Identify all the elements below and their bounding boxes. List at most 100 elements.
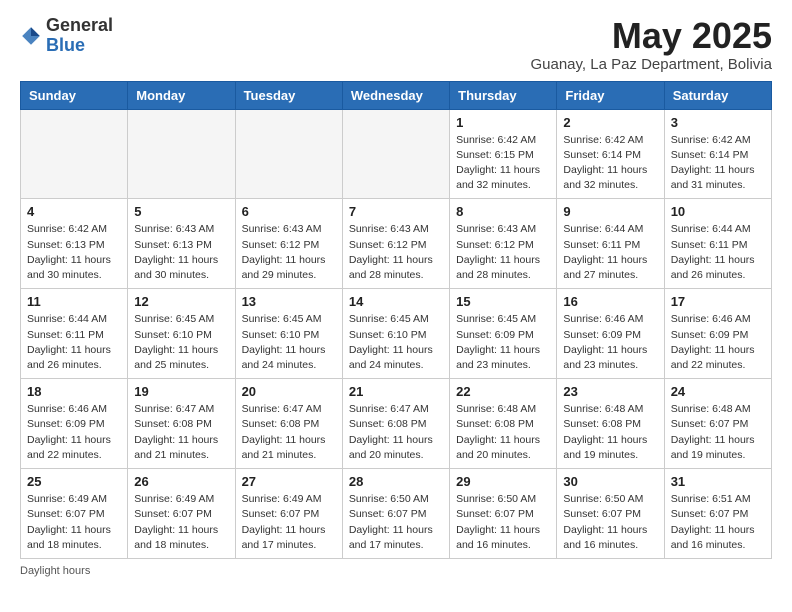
- day-info: Sunrise: 6:42 AM Sunset: 6:14 PM Dayligh…: [671, 133, 765, 194]
- calendar-cell: 25 Sunrise: 6:49 AM Sunset: 6:07 PM Dayli…: [21, 469, 128, 559]
- logo-blue: Blue: [46, 35, 85, 55]
- col-tuesday: Tuesday: [235, 81, 342, 109]
- day-number: 26: [134, 474, 228, 489]
- calendar-cell: 8 Sunrise: 6:43 AM Sunset: 6:12 PM Daylig…: [450, 199, 557, 289]
- location-subtitle: Guanay, La Paz Department, Bolivia: [530, 56, 772, 73]
- calendar-cell: [128, 109, 235, 199]
- day-number: 27: [242, 474, 336, 489]
- calendar-cell: 6 Sunrise: 6:43 AM Sunset: 6:12 PM Daylig…: [235, 199, 342, 289]
- day-info: Sunrise: 6:50 AM Sunset: 6:07 PM Dayligh…: [563, 492, 657, 553]
- calendar-cell: 31Sunrise: 6:51 AM Sunset: 6:07 PM Dayli…: [664, 469, 771, 559]
- day-info: Sunrise: 6:47 AM Sunset: 6:08 PM Dayligh…: [242, 402, 336, 463]
- day-number: 11: [27, 294, 121, 309]
- day-info: Sunrise: 6:49 AM Sunset: 6:07 PM Dayligh…: [242, 492, 336, 553]
- header-row-days: Sunday Monday Tuesday Wednesday Thursday…: [21, 81, 772, 109]
- calendar-table: Sunday Monday Tuesday Wednesday Thursday…: [20, 81, 772, 559]
- day-number: 15: [456, 294, 550, 309]
- day-info: Sunrise: 6:49 AM Sunset: 6:07 PM Dayligh…: [134, 492, 228, 553]
- calendar-cell: 29Sunrise: 6:50 AM Sunset: 6:07 PM Dayli…: [450, 469, 557, 559]
- day-number: 5: [134, 204, 228, 219]
- day-number: 23: [563, 384, 657, 399]
- day-info: Sunrise: 6:45 AM Sunset: 6:10 PM Dayligh…: [242, 312, 336, 373]
- calendar-cell: 13Sunrise: 6:45 AM Sunset: 6:10 PM Dayli…: [235, 289, 342, 379]
- calendar-cell: 18 Sunrise: 6:46 AM Sunset: 6:09 PM Dayli…: [21, 379, 128, 469]
- calendar-cell: 22Sunrise: 6:48 AM Sunset: 6:08 PM Dayli…: [450, 379, 557, 469]
- calendar-week-4: 18 Sunrise: 6:46 AM Sunset: 6:09 PM Dayli…: [21, 379, 772, 469]
- day-number: 21: [349, 384, 443, 399]
- day-info: Sunrise: 6:47 AM Sunset: 6:08 PM Dayligh…: [349, 402, 443, 463]
- calendar-cell: 1Sunrise: 6:42 AM Sunset: 6:15 PM Daylig…: [450, 109, 557, 199]
- day-info: Sunrise: 6:51 AM Sunset: 6:07 PM Dayligh…: [671, 492, 765, 553]
- calendar-cell: 3 Sunrise: 6:42 AM Sunset: 6:14 PM Daylig…: [664, 109, 771, 199]
- calendar-week-3: 11 Sunrise: 6:44 AM Sunset: 6:11 PM Dayli…: [21, 289, 772, 379]
- calendar-cell: [21, 109, 128, 199]
- logo-general: General: [46, 15, 113, 35]
- col-wednesday: Wednesday: [342, 81, 449, 109]
- day-info: Sunrise: 6:50 AM Sunset: 6:07 PM Dayligh…: [349, 492, 443, 553]
- day-info: Sunrise: 6:46 AM Sunset: 6:09 PM Dayligh…: [671, 312, 765, 373]
- day-number: 12: [134, 294, 228, 309]
- calendar-cell: 14 Sunrise: 6:45 AM Sunset: 6:10 PM Dayli…: [342, 289, 449, 379]
- calendar-cell: [235, 109, 342, 199]
- title-block: May 2025 Guanay, La Paz Department, Boli…: [530, 16, 772, 73]
- day-info: Sunrise: 6:47 AM Sunset: 6:08 PM Dayligh…: [134, 402, 228, 463]
- day-number: 30: [563, 474, 657, 489]
- calendar-week-5: 25 Sunrise: 6:49 AM Sunset: 6:07 PM Dayli…: [21, 469, 772, 559]
- day-info: Sunrise: 6:42 AM Sunset: 6:13 PM Dayligh…: [27, 222, 121, 283]
- calendar-cell: 11 Sunrise: 6:44 AM Sunset: 6:11 PM Dayli…: [21, 289, 128, 379]
- calendar-cell: 21 Sunrise: 6:47 AM Sunset: 6:08 PM Dayli…: [342, 379, 449, 469]
- day-info: Sunrise: 6:42 AM Sunset: 6:14 PM Dayligh…: [563, 133, 657, 194]
- day-number: 3: [671, 115, 765, 130]
- day-number: 10: [671, 204, 765, 219]
- day-info: Sunrise: 6:46 AM Sunset: 6:09 PM Dayligh…: [27, 402, 121, 463]
- day-number: 28: [349, 474, 443, 489]
- calendar-cell: 5 Sunrise: 6:43 AM Sunset: 6:13 PM Daylig…: [128, 199, 235, 289]
- day-number: 14: [349, 294, 443, 309]
- day-info: Sunrise: 6:46 AM Sunset: 6:09 PM Dayligh…: [563, 312, 657, 373]
- footer-note: Daylight hours: [20, 565, 772, 577]
- col-sunday: Sunday: [21, 81, 128, 109]
- logo: General Blue: [20, 16, 113, 56]
- day-info: Sunrise: 6:45 AM Sunset: 6:09 PM Dayligh…: [456, 312, 550, 373]
- day-info: Sunrise: 6:50 AM Sunset: 6:07 PM Dayligh…: [456, 492, 550, 553]
- logo-text: General Blue: [46, 16, 113, 56]
- calendar-cell: 24Sunrise: 6:48 AM Sunset: 6:07 PM Dayli…: [664, 379, 771, 469]
- day-info: Sunrise: 6:44 AM Sunset: 6:11 PM Dayligh…: [563, 222, 657, 283]
- col-friday: Friday: [557, 81, 664, 109]
- calendar-cell: 28 Sunrise: 6:50 AM Sunset: 6:07 PM Dayli…: [342, 469, 449, 559]
- page-container: General Blue May 2025 Guanay, La Paz Dep…: [0, 0, 792, 593]
- day-number: 20: [242, 384, 336, 399]
- day-info: Sunrise: 6:43 AM Sunset: 6:13 PM Dayligh…: [134, 222, 228, 283]
- day-number: 7: [349, 204, 443, 219]
- calendar-cell: 9Sunrise: 6:44 AM Sunset: 6:11 PM Daylig…: [557, 199, 664, 289]
- calendar-cell: 23Sunrise: 6:48 AM Sunset: 6:08 PM Dayli…: [557, 379, 664, 469]
- day-info: Sunrise: 6:43 AM Sunset: 6:12 PM Dayligh…: [242, 222, 336, 283]
- col-saturday: Saturday: [664, 81, 771, 109]
- day-number: 16: [563, 294, 657, 309]
- col-thursday: Thursday: [450, 81, 557, 109]
- day-number: 25: [27, 474, 121, 489]
- calendar-cell: 30 Sunrise: 6:50 AM Sunset: 6:07 PM Dayli…: [557, 469, 664, 559]
- day-info: Sunrise: 6:43 AM Sunset: 6:12 PM Dayligh…: [456, 222, 550, 283]
- month-title: May 2025: [530, 16, 772, 56]
- day-info: Sunrise: 6:49 AM Sunset: 6:07 PM Dayligh…: [27, 492, 121, 553]
- day-number: 18: [27, 384, 121, 399]
- day-info: Sunrise: 6:48 AM Sunset: 6:08 PM Dayligh…: [456, 402, 550, 463]
- day-number: 19: [134, 384, 228, 399]
- day-info: Sunrise: 6:43 AM Sunset: 6:12 PM Dayligh…: [349, 222, 443, 283]
- day-info: Sunrise: 6:45 AM Sunset: 6:10 PM Dayligh…: [349, 312, 443, 373]
- day-number: 2: [563, 115, 657, 130]
- day-number: 4: [27, 204, 121, 219]
- calendar-cell: 19 Sunrise: 6:47 AM Sunset: 6:08 PM Dayli…: [128, 379, 235, 469]
- day-info: Sunrise: 6:44 AM Sunset: 6:11 PM Dayligh…: [27, 312, 121, 373]
- calendar-cell: 12Sunrise: 6:45 AM Sunset: 6:10 PM Dayli…: [128, 289, 235, 379]
- calendar-cell: 10Sunrise: 6:44 AM Sunset: 6:11 PM Dayli…: [664, 199, 771, 289]
- day-number: 24: [671, 384, 765, 399]
- day-number: 8: [456, 204, 550, 219]
- calendar-cell: 17Sunrise: 6:46 AM Sunset: 6:09 PM Dayli…: [664, 289, 771, 379]
- day-number: 6: [242, 204, 336, 219]
- day-info: Sunrise: 6:42 AM Sunset: 6:15 PM Dayligh…: [456, 133, 550, 194]
- calendar-cell: 15 Sunrise: 6:45 AM Sunset: 6:09 PM Dayli…: [450, 289, 557, 379]
- calendar-cell: 16 Sunrise: 6:46 AM Sunset: 6:09 PM Dayli…: [557, 289, 664, 379]
- calendar-cell: 7 Sunrise: 6:43 AM Sunset: 6:12 PM Daylig…: [342, 199, 449, 289]
